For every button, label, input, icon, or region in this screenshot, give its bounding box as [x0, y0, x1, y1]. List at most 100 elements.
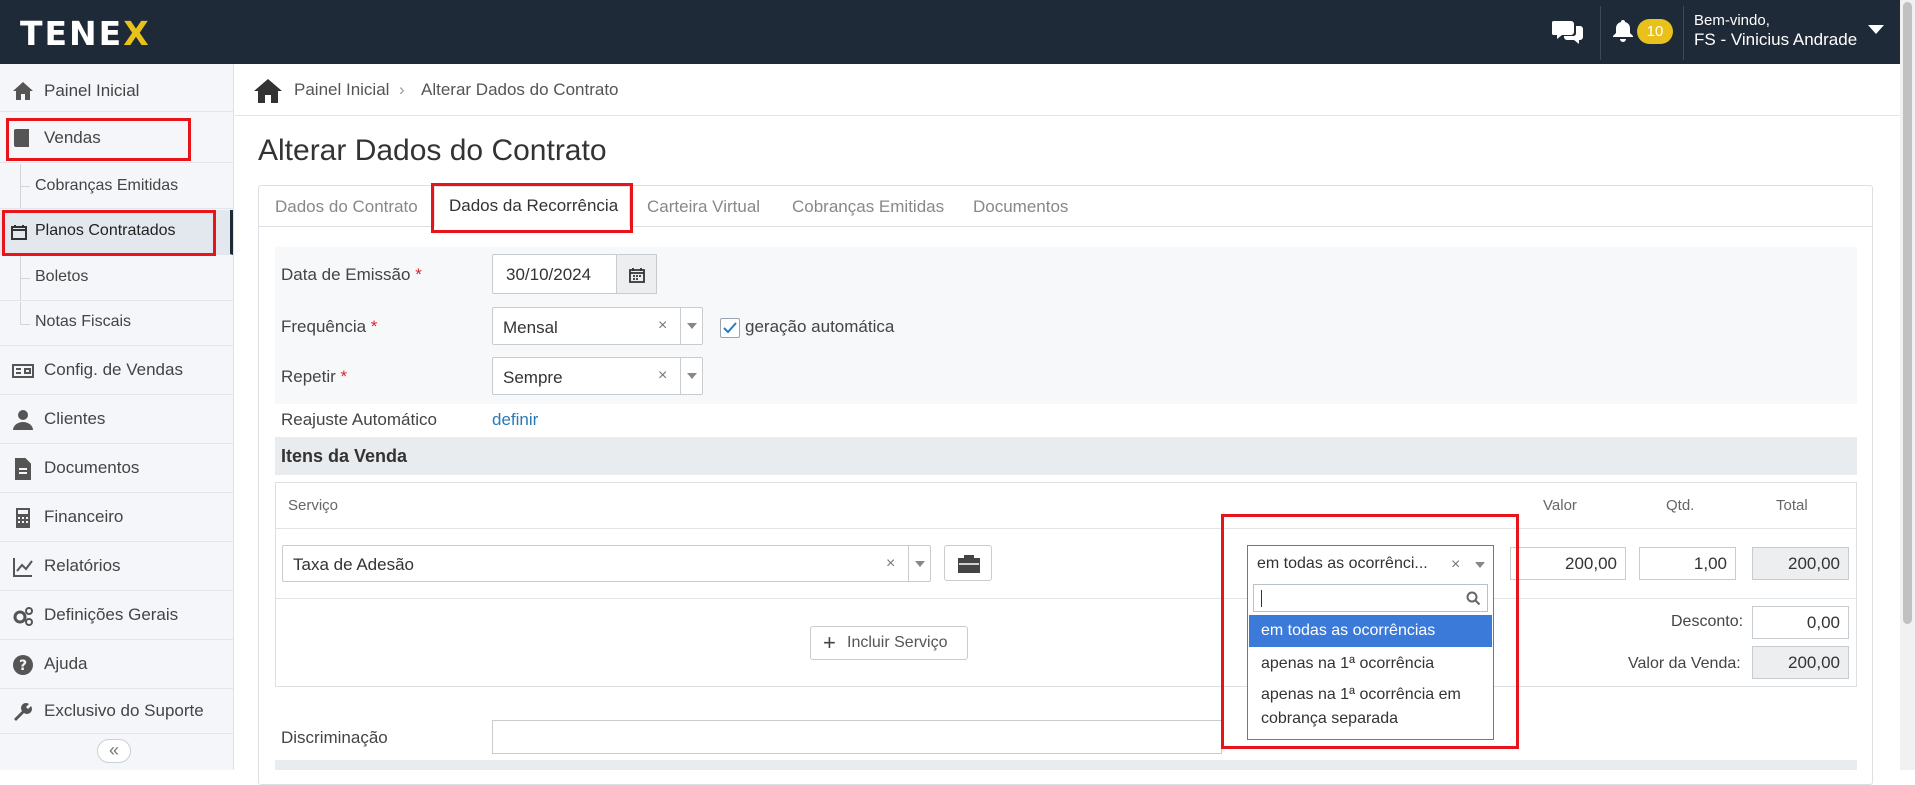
sidebar-item-notas-fiscais[interactable]: Notas Fiscais — [0, 302, 233, 346]
sidebar-item-label: Definições Gerais — [44, 605, 179, 624]
header-valor: Valor — [1543, 497, 1577, 514]
bell-icon[interactable] — [1612, 18, 1634, 42]
itens-title: Itens da Venda — [281, 446, 408, 466]
section-strip — [275, 760, 1857, 770]
wrench-icon — [14, 703, 32, 721]
logo[interactable]: TENEX — [20, 14, 151, 53]
sidebar-item-boletos[interactable]: Boletos — [0, 256, 233, 301]
clear-icon[interactable]: × — [886, 555, 895, 573]
valor-venda-value: 200,00 — [1752, 646, 1849, 679]
itens-table-header — [276, 483, 1856, 529]
breadcrumb-home-link[interactable]: Painel Inicial — [294, 80, 389, 100]
tree-tick — [20, 278, 30, 279]
desconto-input[interactable]: 0,00 — [1752, 606, 1849, 639]
clear-icon[interactable]: × — [658, 367, 667, 385]
breadcrumb-separator: › — [399, 80, 405, 99]
tree-tick — [20, 186, 30, 187]
row-divider — [276, 598, 1856, 599]
chevron-down-icon — [687, 323, 697, 329]
tree-tick — [20, 324, 30, 325]
sidebar-item-relatorios[interactable]: Relatórios — [0, 543, 233, 591]
divider — [1683, 6, 1684, 60]
welcome-text: Bem-vindo, — [1694, 12, 1770, 29]
calculator-icon — [16, 508, 30, 528]
valor-venda-label: Valor da Venda: — [1628, 655, 1741, 672]
sidebar-item-label: Ajuda — [44, 654, 88, 673]
calendar-icon — [629, 268, 645, 283]
emissao-label: Data de Emissão * — [281, 265, 422, 284]
sidebar-item-clientes[interactable]: Clientes — [0, 396, 233, 444]
dropdown-toggle[interactable] — [908, 546, 930, 581]
sidebar-item-label: Exclusivo do Suporte — [44, 701, 204, 720]
sidebar-item-label: Clientes — [44, 409, 106, 428]
sidebar-item-label: Financeiro — [44, 507, 124, 526]
qtd-input[interactable]: 1,00 — [1639, 547, 1736, 580]
dropdown-toggle[interactable] — [680, 358, 702, 394]
sidebar-item-painel-inicial[interactable]: Painel Inicial — [0, 70, 233, 112]
highlight-box — [6, 118, 191, 161]
tab-dados-contrato[interactable]: Dados do Contrato — [275, 197, 418, 217]
sidebar-item-financeiro[interactable]: Financeiro — [0, 494, 233, 542]
service-details-button[interactable] — [944, 545, 992, 581]
page-title: Alterar Dados do Contrato — [258, 134, 607, 167]
sidebar-item-label: Documentos — [44, 458, 140, 477]
add-service-button[interactable]: + Incluir Serviço — [810, 626, 968, 660]
sidebar-item-label: Boletos — [35, 268, 89, 285]
header-total: Total — [1776, 497, 1808, 514]
sidebar-item-label: Relatórios — [44, 556, 121, 575]
briefcase-icon — [958, 555, 980, 573]
header-servico: Serviço — [288, 497, 339, 514]
check-icon — [723, 322, 737, 334]
document-icon — [15, 458, 31, 480]
home-icon — [13, 82, 33, 100]
sidebar-item-config-vendas[interactable]: Config. de Vendas — [0, 347, 233, 395]
sidebar-item-documentos[interactable]: Documentos — [0, 445, 233, 493]
tab-cobrancas-emitidas[interactable]: Cobranças Emitidas — [792, 197, 944, 217]
plus-icon: + — [823, 630, 836, 655]
sidebar-item-definicoes-gerais[interactable]: Definições Gerais — [0, 592, 233, 640]
user-menu-caret-icon[interactable] — [1868, 25, 1884, 34]
divider — [1600, 6, 1601, 60]
question-icon: ? — [13, 655, 33, 675]
discriminacao-input[interactable] — [492, 720, 1222, 754]
user-icon — [13, 410, 33, 430]
chat-icon[interactable] — [1552, 17, 1584, 45]
highlight-box — [2, 210, 216, 256]
emissao-date-input[interactable]: 30/10/2024 — [492, 254, 617, 294]
tab-documentos[interactable]: Documentos — [973, 197, 1068, 217]
clear-icon[interactable]: × — [658, 317, 667, 335]
sidebar-item-label: Config. de Vendas — [44, 360, 183, 379]
user-name[interactable]: FS - Vinicius Andrade — [1694, 30, 1857, 50]
valor-input[interactable]: 200,00 — [1510, 547, 1626, 580]
sidebar-item-label: Painel Inicial — [44, 81, 140, 100]
highlight-box — [431, 183, 633, 233]
collapse-sidebar-button[interactable]: « — [97, 739, 131, 763]
scrollbar-thumb[interactable] — [1903, 2, 1912, 624]
servico-select[interactable]: Taxa de Adesão × — [282, 545, 931, 582]
repetir-select[interactable]: Sempre × — [492, 357, 703, 395]
dropdown-toggle[interactable] — [680, 308, 702, 344]
header-qtd: Qtd. — [1666, 497, 1695, 514]
frequencia-label: Frequência * — [281, 317, 378, 336]
sidebar-item-cobrancas-emitidas[interactable]: Cobranças Emitidas — [0, 164, 233, 209]
sidebar-item-label: Notas Fiscais — [35, 313, 132, 330]
breadcrumb-current: Alterar Dados do Contrato — [421, 80, 619, 99]
notification-badge[interactable]: 10 — [1637, 19, 1673, 44]
chevron-down-icon — [687, 373, 697, 379]
chevron-down-icon — [915, 560, 925, 567]
tab-carteira-virtual[interactable]: Carteira Virtual — [647, 197, 760, 217]
sidebar-item-label: Cobranças Emitidas — [35, 177, 179, 194]
gears-icon — [13, 607, 33, 626]
sidebar-item-ajuda[interactable]: ? Ajuda — [0, 641, 233, 689]
frequencia-select[interactable]: Mensal × — [492, 307, 703, 345]
discriminacao-label: Discriminação — [281, 728, 388, 747]
total-value: 200,00 — [1752, 547, 1849, 580]
calendar-button[interactable] — [616, 254, 657, 294]
money-icon — [12, 364, 34, 378]
tree-line — [20, 302, 21, 324]
top-bar: TENEX 10 Bem-vindo, FS - Vinicius Andrad… — [0, 0, 1915, 64]
home-icon[interactable] — [253, 78, 283, 104]
auto-generation-checkbox[interactable] — [720, 318, 740, 338]
sidebar-item-exclusivo-suporte[interactable]: Exclusivo do Suporte — [0, 690, 233, 734]
reajuste-define-link[interactable]: definir — [492, 410, 538, 430]
